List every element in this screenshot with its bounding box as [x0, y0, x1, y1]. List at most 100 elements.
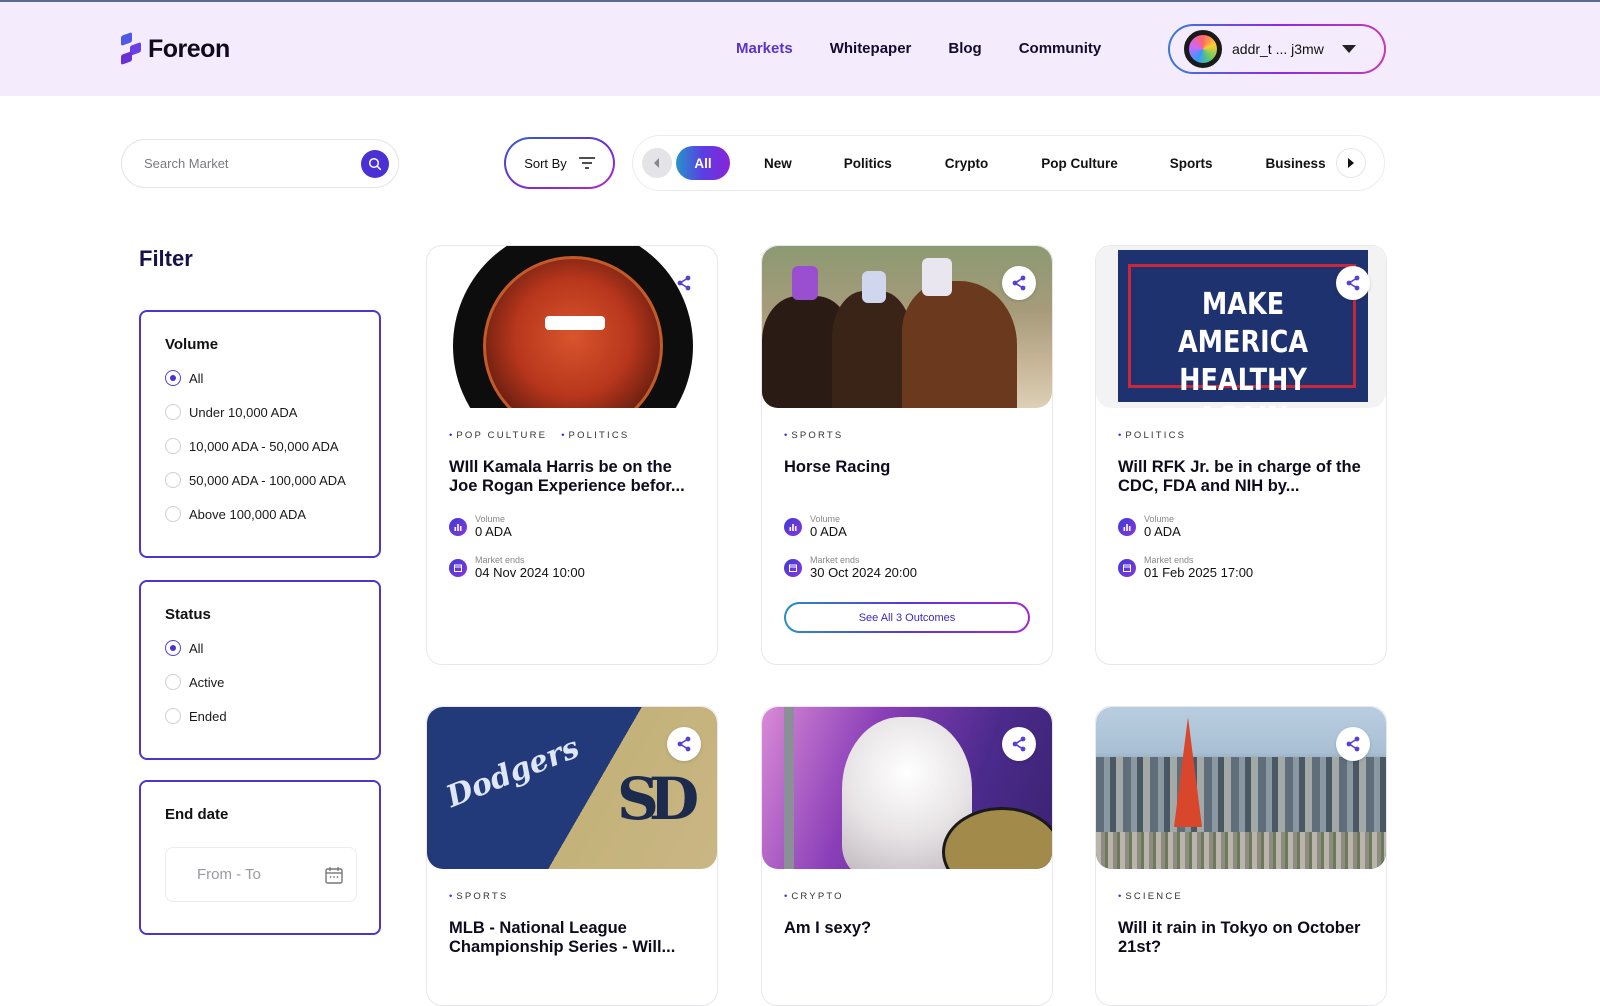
calendar-icon	[784, 559, 802, 577]
market-title[interactable]: Am I sexy?	[784, 919, 1034, 938]
tab-politics[interactable]: Politics	[844, 156, 892, 171]
caret-right-icon	[1348, 158, 1354, 168]
status-option-active[interactable]: Active	[165, 665, 379, 699]
tab-all[interactable]: All	[676, 146, 730, 180]
end-date-filter: End date From - To	[139, 780, 381, 935]
market-tags: SCIENCE	[1118, 891, 1183, 902]
flag-text-line-2: HEALTHY AGAIN	[1179, 363, 1307, 408]
market-image-maha-flag: MAKE AMERICA HEALTHY AGAIN	[1096, 246, 1386, 408]
wallet-dropdown[interactable]: addr_t ... j3mw	[1168, 24, 1386, 74]
share-icon	[1346, 736, 1360, 752]
search-icon	[368, 157, 382, 171]
market-title[interactable]: MLB - National League Championship Serie…	[449, 919, 699, 957]
market-title[interactable]: WIll Kamala Harris be on the Joe Rogan E…	[449, 458, 699, 496]
volume-option-50k-100k[interactable]: 50,000 ADA - 100,000 ADA	[165, 463, 379, 497]
market-tags: POP CULTURE POLITICS	[449, 430, 629, 441]
market-image-horse-racing	[762, 246, 1052, 408]
market-tags: POLITICS	[1118, 430, 1186, 441]
tab-sports[interactable]: Sports	[1170, 156, 1213, 171]
date-range-input[interactable]: From - To	[165, 847, 357, 902]
tab-business[interactable]: Business	[1266, 156, 1326, 171]
share-button[interactable]	[667, 266, 701, 300]
category-prev-button[interactable]	[642, 148, 672, 178]
tag: POLITICS	[1118, 430, 1186, 441]
volume-option-above-100k[interactable]: Above 100,000 ADA	[165, 497, 379, 531]
market-title[interactable]: Will it rain in Tokyo on October 21st?	[1118, 919, 1368, 957]
nav-blog[interactable]: Blog	[948, 40, 981, 57]
share-icon	[1012, 736, 1026, 752]
calendar-icon	[325, 866, 343, 884]
radio-checked[interactable]	[165, 370, 181, 386]
share-button[interactable]	[667, 727, 701, 761]
search-input[interactable]	[144, 156, 344, 171]
volume-filter-title: Volume	[165, 336, 219, 353]
status-filter: Status All Active Ended	[139, 580, 381, 760]
tab-crypto[interactable]: Crypto	[945, 156, 989, 171]
market-image-dodgers-padres: Dodgers SD	[427, 707, 717, 869]
caret-left-icon	[654, 158, 659, 168]
padres-text: SD	[617, 765, 699, 833]
tag: CRYPTO	[784, 891, 844, 902]
volume-option-10k-50k[interactable]: 10,000 ADA - 50,000 ADA	[165, 429, 379, 463]
radio[interactable]	[165, 472, 181, 488]
share-button[interactable]	[1002, 727, 1036, 761]
market-card[interactable]: POP CULTURE POLITICS WIll Kamala Harris b…	[426, 245, 718, 665]
market-card[interactable]: CRYPTO Am I sexy?	[761, 706, 1053, 1006]
share-button[interactable]	[1002, 266, 1036, 300]
radio[interactable]	[165, 438, 181, 454]
avatar	[1184, 30, 1222, 68]
tab-new[interactable]: New	[764, 156, 792, 171]
sort-by-label: Sort By	[524, 155, 567, 171]
volume-stat: Volume 0 ADA	[449, 514, 512, 540]
tag: SPORTS	[784, 430, 843, 441]
header: Foreon Markets Whitepaper Blog Community…	[0, 2, 1600, 96]
share-button[interactable]	[1336, 266, 1370, 300]
share-icon	[677, 736, 691, 752]
sort-by-button[interactable]: Sort By	[504, 137, 615, 189]
bar-chart-icon	[449, 518, 467, 536]
market-image-joe-rogan	[427, 246, 717, 408]
nav-markets[interactable]: Markets	[736, 40, 793, 57]
radio[interactable]	[165, 506, 181, 522]
see-all-outcomes-button[interactable]: See All 3 Outcomes	[784, 602, 1030, 633]
status-option-all[interactable]: All	[165, 631, 379, 665]
bar-chart-icon	[1118, 518, 1136, 536]
radio[interactable]	[165, 708, 181, 724]
market-title[interactable]: Will RFK Jr. be in charge of the CDC, FD…	[1118, 458, 1368, 496]
main-nav: Markets Whitepaper Blog Community	[736, 40, 1101, 57]
logo[interactable]: Foreon	[120, 31, 230, 66]
status-option-ended[interactable]: Ended	[165, 699, 379, 733]
share-icon	[677, 275, 691, 291]
end-date-filter-title: End date	[165, 806, 229, 823]
tab-pop-culture[interactable]: Pop Culture	[1041, 156, 1118, 171]
share-button[interactable]	[1336, 727, 1370, 761]
market-ends-stat: Market ends 01 Feb 2025 17:00	[1118, 555, 1253, 581]
category-next-button[interactable]	[1336, 148, 1366, 178]
radio[interactable]	[165, 404, 181, 420]
category-tabs: All New Politics Crypto Pop Culture Spor…	[632, 135, 1385, 191]
radio-checked[interactable]	[165, 640, 181, 656]
market-image-tokyo	[1096, 707, 1386, 869]
logo-text: Foreon	[148, 34, 230, 63]
market-ends-value: 04 Nov 2024 10:00	[475, 565, 585, 580]
market-ends-stat: Market ends 30 Oct 2024 20:00	[784, 555, 917, 581]
market-ends-stat: Market ends 04 Nov 2024 10:00	[449, 555, 585, 581]
market-tags: CRYPTO	[784, 891, 844, 902]
market-card[interactable]: SCIENCE Will it rain in Tokyo on October…	[1095, 706, 1387, 1006]
market-title[interactable]: Horse Racing	[784, 458, 1034, 477]
volume-option-under-10k[interactable]: Under 10,000 ADA	[165, 395, 379, 429]
date-range-placeholder: From - To	[197, 866, 261, 883]
market-ends-value: 01 Feb 2025 17:00	[1144, 565, 1254, 580]
caret-down-icon	[1341, 45, 1356, 53]
sort-filter-icon	[578, 157, 595, 169]
market-card[interactable]: MAKE AMERICA HEALTHY AGAIN POLITICS Will…	[1095, 245, 1387, 665]
search-button[interactable]	[361, 150, 389, 178]
volume-stat: Volume 0 ADA	[784, 514, 847, 540]
nav-community[interactable]: Community	[1019, 40, 1102, 57]
nav-whitepaper[interactable]: Whitepaper	[830, 40, 912, 57]
market-card[interactable]: SPORTS Horse Racing Volume0 ADA Market e…	[761, 245, 1053, 665]
volume-option-all[interactable]: All	[165, 361, 379, 395]
market-card[interactable]: Dodgers SD SPORTS MLB - National League …	[426, 706, 718, 1006]
share-icon	[1012, 275, 1026, 291]
radio[interactable]	[165, 674, 181, 690]
